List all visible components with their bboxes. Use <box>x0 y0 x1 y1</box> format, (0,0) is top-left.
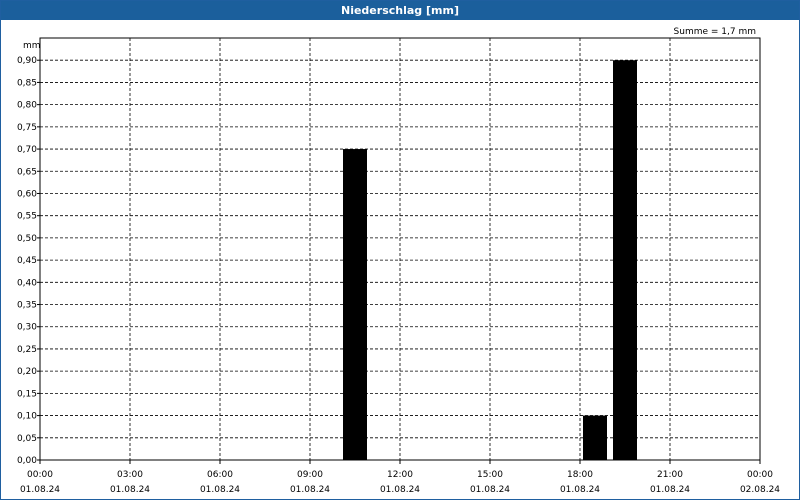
y-tick-label: 0,85 <box>17 78 37 88</box>
y-tick-label: 0,30 <box>17 323 37 333</box>
y-tick-label: 0,35 <box>17 301 37 311</box>
y-tick-label: 0,00 <box>17 456 37 466</box>
x-tick-label-date: 02.08.24 <box>740 485 780 495</box>
y-tick-label: 0,40 <box>17 278 37 288</box>
y-tick-label: 0,70 <box>17 145 37 155</box>
x-tick-label-time: 15:00 <box>477 470 503 480</box>
y-tick-label: 0,45 <box>17 256 37 266</box>
x-tick-label-time: 18:00 <box>567 470 593 480</box>
x-tick-label-time: 12:00 <box>387 470 413 480</box>
bar <box>343 149 367 461</box>
y-tick-label: 0,15 <box>17 389 37 399</box>
y-axis-label: mm <box>23 41 41 51</box>
x-tick-label-date: 01.08.24 <box>470 485 510 495</box>
bar <box>583 415 607 460</box>
x-tick-label-date: 01.08.24 <box>110 485 150 495</box>
y-tick-label: 0,05 <box>17 434 37 444</box>
x-tick-label-date: 01.08.24 <box>200 485 240 495</box>
precipitation-chart: 0,00 0,05 0,10 0,15 0,20 0,25 0,30 0,35 0,40 0,45… <box>17 27 780 495</box>
sum-annotation: Summe = 1,7 mm <box>674 27 756 37</box>
x-tick-label-time: 00:00 <box>27 470 53 480</box>
x-tick-label-time: 21:00 <box>657 470 683 480</box>
y-tick-label: 0,20 <box>17 367 37 377</box>
y-tick-label: 0,10 <box>17 412 37 422</box>
y-tick-label: 0,90 <box>17 56 37 66</box>
x-tick-label-date: 01.08.24 <box>290 485 330 495</box>
y-tick-label: 0,55 <box>17 212 37 222</box>
y-tick-label: 0,50 <box>17 234 37 244</box>
y-tick-label: 0,80 <box>17 101 37 111</box>
y-tick-label: 0,25 <box>17 345 37 355</box>
x-tick-label-date: 01.08.24 <box>650 485 690 495</box>
x-tick-label-time: 09:00 <box>297 470 323 480</box>
y-tick-label: 0,60 <box>17 189 37 199</box>
y-tick-label: 0,75 <box>17 123 37 133</box>
x-tick-label-date: 01.08.24 <box>20 485 60 495</box>
x-tick-label-time: 03:00 <box>117 470 143 480</box>
grid <box>40 38 760 460</box>
y-tick-label: 0,65 <box>17 167 37 177</box>
x-tick-label-date: 01.08.24 <box>560 485 600 495</box>
x-tick-label-time: 00:00 <box>747 470 773 480</box>
x-tick-label-date: 01.08.24 <box>380 485 420 495</box>
x-tick-label-time: 06:00 <box>207 470 233 480</box>
bar <box>613 60 637 461</box>
